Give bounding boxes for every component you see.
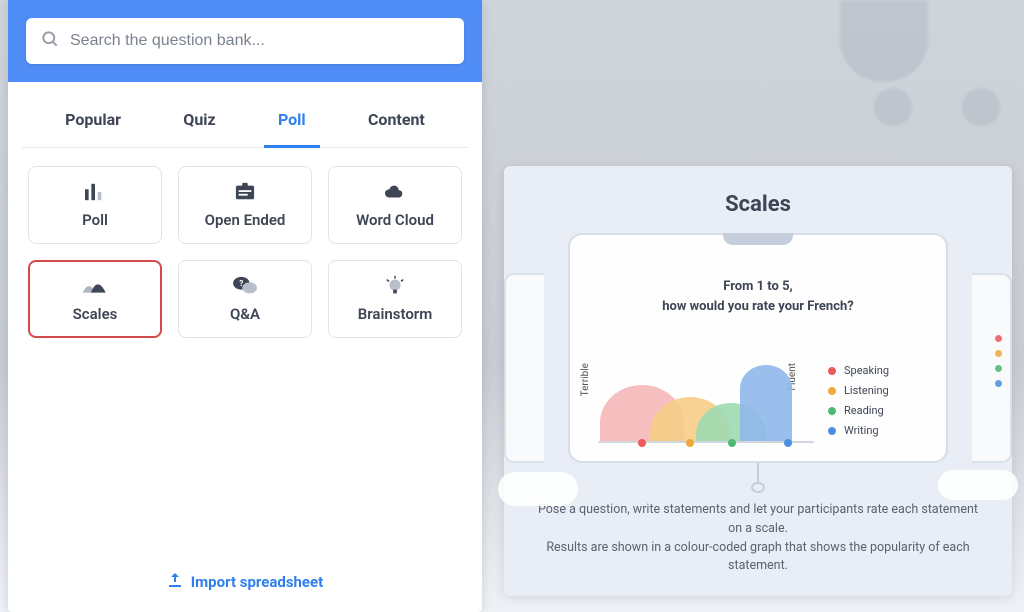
search-icon	[40, 29, 60, 53]
preview-panel: Scales From 1 to 5, how would you rate y…	[504, 166, 1012, 596]
card-label: Open Ended	[205, 211, 286, 229]
card-label: Poll	[82, 211, 108, 229]
tab-popular[interactable]: Popular	[51, 92, 135, 148]
card-brainstorm[interactable]: Brainstorm	[328, 260, 462, 338]
svg-text:?: ?	[239, 279, 243, 289]
preview-description: Pose a question, write statements and le…	[530, 493, 986, 576]
preview-side-card-left	[504, 273, 544, 463]
card-label: Word Cloud	[356, 211, 434, 229]
poll-icon	[81, 181, 109, 203]
search-input[interactable]	[70, 32, 450, 50]
tab-content[interactable]: Content	[354, 92, 439, 148]
card-label: Q&A	[230, 305, 260, 323]
scales-icon	[81, 275, 109, 297]
scales-chart: Terrible Fluent Speaking Listening	[594, 353, 932, 443]
preview-question-heading: From 1 to 5, how would you rate your Fre…	[584, 277, 932, 316]
card-scales[interactable]: Scales	[28, 260, 162, 338]
card-label: Brainstorm	[358, 305, 432, 323]
upload-icon	[167, 572, 183, 592]
preview-screen-wrap: From 1 to 5, how would you rate your Fre…	[530, 233, 986, 463]
card-qa[interactable]: ? Q&A	[178, 260, 312, 338]
card-poll[interactable]: Poll	[28, 166, 162, 244]
preview-title: Scales	[530, 192, 986, 217]
category-tabs: Popular Quiz Poll Content	[22, 92, 468, 148]
axis-label-low: Terrible	[580, 363, 591, 396]
tab-poll[interactable]: Poll	[264, 92, 320, 148]
search-bar-wrap	[8, 0, 482, 82]
open-ended-icon	[231, 181, 259, 203]
card-label: Scales	[73, 305, 118, 323]
search-box[interactable]	[26, 18, 464, 64]
qa-icon: ?	[231, 275, 259, 297]
preview-screen: From 1 to 5, how would you rate your Fre…	[568, 233, 948, 463]
question-type-panel: Popular Quiz Poll Content Poll	[8, 0, 482, 612]
import-label: Import spreadsheet	[191, 573, 323, 591]
screen-stand	[757, 463, 759, 484]
card-open-ended[interactable]: Open Ended	[178, 166, 312, 244]
import-spreadsheet-button[interactable]: Import spreadsheet	[8, 554, 482, 612]
question-type-grid: Poll Open Ended Word Cloud	[8, 148, 482, 554]
chart-legend: Speaking Listening Reading Writing	[828, 364, 889, 443]
cloud-icon	[381, 181, 409, 203]
screen-stand-base	[751, 482, 765, 493]
card-word-cloud[interactable]: Word Cloud	[328, 166, 462, 244]
brainstorm-icon	[381, 275, 409, 297]
tab-quiz[interactable]: Quiz	[169, 92, 229, 148]
screen-notch	[723, 233, 793, 245]
preview-side-card-right	[972, 273, 1012, 463]
